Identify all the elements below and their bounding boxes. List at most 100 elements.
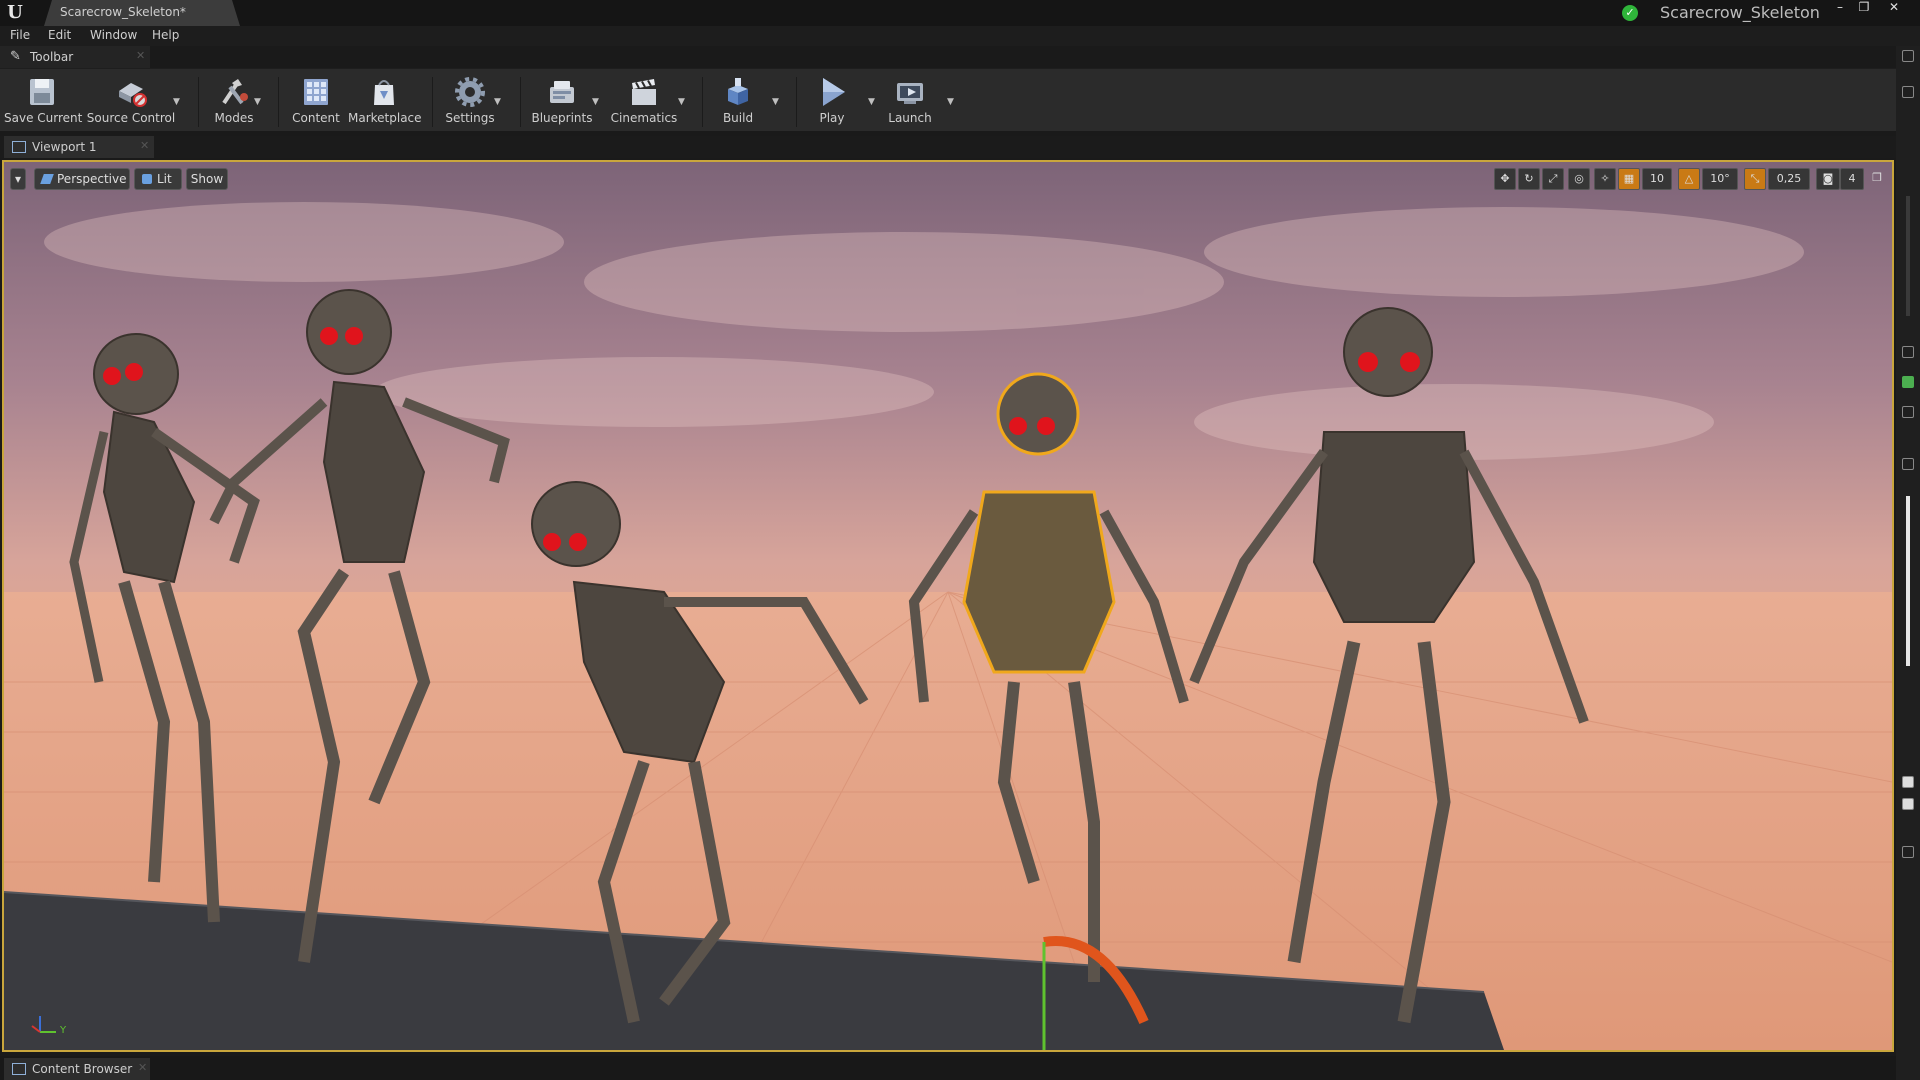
unreal-logo-icon[interactable]: U <box>4 3 26 23</box>
settings-label: Settings <box>445 111 495 125</box>
rotate-mode-icon[interactable]: ↻ <box>1518 168 1540 190</box>
menu-edit[interactable]: Edit <box>48 28 71 42</box>
gear-icon <box>455 77 485 107</box>
save-current-button[interactable]: Save Current <box>4 75 83 131</box>
toolbar-separator <box>796 77 797 127</box>
content-grid-icon <box>304 79 328 105</box>
maximize-button[interactable]: ❐ <box>1852 0 1876 16</box>
perspective-icon <box>40 174 54 184</box>
modes-dropdown-icon[interactable]: ▼ <box>254 97 261 107</box>
launch-icon <box>897 83 923 104</box>
toolbar-tab[interactable]: ✎ Toolbar ✕ <box>0 46 150 68</box>
blueprints-button[interactable]: Blueprints <box>528 75 596 131</box>
close-window-button[interactable]: ✕ <box>1882 0 1906 16</box>
axis-gizmo-icon <box>31 1016 56 1033</box>
source-control-button[interactable]: Source Control <box>86 75 176 131</box>
panel-icon[interactable] <box>1902 846 1914 858</box>
perspective-button[interactable]: Perspective <box>34 168 130 190</box>
source-control-dropdown-icon[interactable]: ▼ <box>173 97 180 107</box>
play-icon <box>823 78 845 106</box>
marketplace-button[interactable]: Marketplace <box>348 75 422 131</box>
marketplace-bag-icon <box>374 80 394 105</box>
camera-speed-icon[interactable]: ◙ <box>1816 168 1840 190</box>
menu-file[interactable]: File <box>10 28 30 42</box>
viewport-icon <box>12 141 26 153</box>
launch-button[interactable]: Launch <box>882 75 938 131</box>
scrollbar-track[interactable] <box>1906 196 1910 316</box>
content-browser-tab[interactable]: Content Browser ✕ <box>4 1058 150 1080</box>
menu-bar: File Edit Window Help <box>0 26 1920 46</box>
build-button[interactable]: Build <box>710 75 766 131</box>
toolbar-separator <box>432 77 433 127</box>
content-button[interactable]: Content <box>286 75 346 131</box>
panel-icon[interactable] <box>1902 50 1914 62</box>
axis-y-label: Y <box>60 1025 67 1036</box>
cinematics-dropdown-icon[interactable]: ▼ <box>678 97 685 107</box>
checkbox-icon[interactable] <box>1902 798 1914 810</box>
panel-icon[interactable] <box>1902 86 1914 98</box>
scale-snap-icon[interactable]: ⤡ <box>1744 168 1766 190</box>
show-button[interactable]: Show <box>186 168 228 190</box>
scrollbar-thumb[interactable] <box>1906 496 1910 666</box>
blueprints-icon <box>550 81 574 103</box>
build-dropdown-icon[interactable]: ▼ <box>772 97 779 107</box>
menu-help[interactable]: Help <box>152 28 179 42</box>
blueprints-label: Blueprints <box>531 111 593 125</box>
settings-dropdown-icon[interactable]: ▼ <box>494 97 501 107</box>
toolbar-separator <box>198 77 199 127</box>
grid-snap-value[interactable]: 10 <box>1642 168 1672 190</box>
lit-label: Lit <box>157 172 172 186</box>
surface-snap-icon[interactable]: ✧ <box>1594 168 1616 190</box>
build-label: Build <box>722 111 754 125</box>
close-tab-icon[interactable]: ✕ <box>138 1061 147 1074</box>
project-name: Scarecrow_Skeleton <box>1660 3 1820 22</box>
close-tab-icon[interactable]: ✕ <box>140 139 149 152</box>
blueprints-dropdown-icon[interactable]: ▼ <box>592 97 599 107</box>
viewport-tab-label: Viewport 1 <box>32 140 97 154</box>
document-tab[interactable]: Scarecrow_Skeleton* <box>44 0 240 26</box>
toolbar-tab-label: Toolbar <box>30 50 74 64</box>
play-label: Play <box>819 111 845 125</box>
lit-button[interactable]: Lit <box>134 168 182 190</box>
show-label: Show <box>190 172 224 186</box>
panel-icon[interactable] <box>1902 406 1914 418</box>
settings-button[interactable]: Settings <box>440 75 500 131</box>
camera-speed-value[interactable]: 4 <box>1840 168 1864 190</box>
close-tab-icon[interactable]: ✕ <box>136 49 145 62</box>
bottom-tab-row: Content Browser ✕ <box>0 1056 1896 1080</box>
modes-label: Modes <box>214 111 254 125</box>
snap-toolbar: ✥ ↻ ⤢ ◎ ✧ ▦ 10 △ 10° ⤡ 0,25 ◙ 4 ❐ <box>1494 168 1890 190</box>
source-control-status-icon: ✓ <box>1622 5 1638 21</box>
floppy-disk-icon <box>30 79 54 105</box>
world-local-icon[interactable]: ◎ <box>1568 168 1590 190</box>
clapperboard-icon <box>632 79 656 105</box>
maximize-viewport-icon[interactable]: ❐ <box>1868 168 1886 190</box>
rotation-snap-icon[interactable]: △ <box>1678 168 1700 190</box>
minimize-button[interactable]: – <box>1828 0 1852 16</box>
translate-mode-icon[interactable]: ✥ <box>1494 168 1516 190</box>
right-side-panel <box>1896 46 1920 1080</box>
scale-mode-icon[interactable]: ⤢ <box>1542 168 1564 190</box>
modes-tools-icon <box>222 79 248 105</box>
launch-label: Launch <box>888 111 932 125</box>
cinematics-label: Cinematics <box>610 111 678 125</box>
checkbox-icon[interactable] <box>1902 776 1914 788</box>
rotation-snap-value[interactable]: 10° <box>1702 168 1738 190</box>
viewport-options-dropdown[interactable]: ▾ <box>10 168 26 190</box>
menu-window[interactable]: Window <box>90 28 137 42</box>
cinematics-button[interactable]: Cinematics <box>606 75 682 131</box>
play-dropdown-icon[interactable]: ▼ <box>868 97 875 107</box>
viewport-tab[interactable]: Viewport 1 ✕ <box>4 136 154 158</box>
search-icon[interactable] <box>1902 458 1914 470</box>
save-current-label: Save Current <box>4 111 83 125</box>
grid-snap-icon[interactable]: ▦ <box>1618 168 1640 190</box>
launch-dropdown-icon[interactable]: ▼ <box>947 97 954 107</box>
viewport-scene[interactable] <box>4 162 1892 1050</box>
level-viewport[interactable]: ▾ Perspective Lit Show ✥ ↻ ⤢ ◎ ✧ ▦ 10 △ … <box>2 160 1894 1052</box>
main-toolbar: Save Current Source Control ▼ Modes ▼ Co… <box>0 68 1896 131</box>
viewport-tab-row: Viewport 1 ✕ <box>0 136 1896 158</box>
play-button[interactable]: Play <box>804 75 860 131</box>
scale-snap-value[interactable]: 0,25 <box>1768 168 1810 190</box>
panel-icon[interactable] <box>1902 346 1914 358</box>
add-icon[interactable] <box>1902 376 1914 388</box>
